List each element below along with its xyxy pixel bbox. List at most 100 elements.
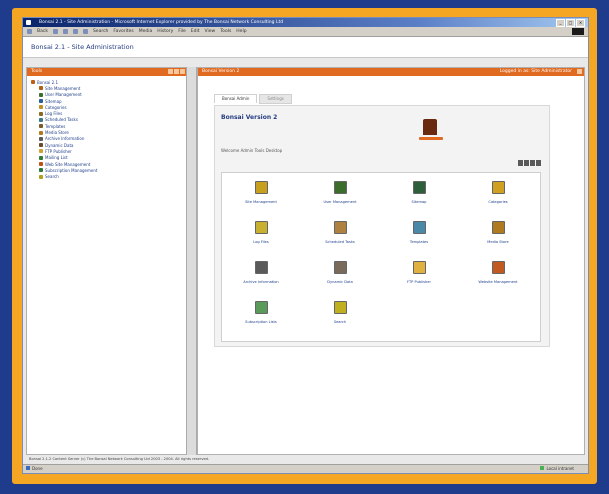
tool-tile[interactable]: User Management xyxy=(305,181,375,204)
card-title: Bonsai Version 2 xyxy=(221,114,278,121)
back-icon[interactable] xyxy=(27,29,32,34)
large-icons-view-icon[interactable] xyxy=(518,160,523,166)
tree-item-label: Templates xyxy=(45,123,66,129)
desktop-pane: Bonsai Version 2 Logged in as: Site Admi… xyxy=(197,67,585,455)
toolbar-history[interactable]: History xyxy=(157,29,173,34)
stop-icon[interactable] xyxy=(62,29,68,34)
tools-pane-header: Tools xyxy=(27,68,187,76)
desktop-close-icon[interactable] xyxy=(577,69,582,74)
tool-icon xyxy=(412,181,426,194)
tree-node-icon xyxy=(39,124,43,129)
details-view-icon[interactable] xyxy=(536,160,541,166)
tree-node-icon xyxy=(39,111,43,116)
window-titlebar: Bonsai 2.1 - Site Administration - Micro… xyxy=(23,18,588,27)
menu-help[interactable]: Help xyxy=(236,29,246,34)
toolbar-media[interactable]: Media xyxy=(139,29,153,34)
tab-bonsai-admin[interactable]: Bonsai Admin xyxy=(214,94,258,103)
tool-label: Archive Information xyxy=(243,280,279,284)
tool-icon xyxy=(491,181,505,194)
tool-icon xyxy=(333,301,347,314)
tree-item-label: Subscription Management xyxy=(45,167,98,173)
admin-desktop-card: Bonsai Version 2 Welcome Admin Tools Des… xyxy=(214,105,550,347)
tool-icon xyxy=(254,181,268,194)
browser-statusbar: Done Local intranet xyxy=(23,464,588,473)
tool-tile[interactable]: Archive Information xyxy=(226,261,296,284)
logo-underline xyxy=(419,137,443,140)
pane-collapse-icon[interactable] xyxy=(174,69,179,74)
tree-node-icon xyxy=(39,168,43,173)
minimize-button[interactable]: _ xyxy=(556,19,565,27)
menu-tools[interactable]: Tools xyxy=(220,29,231,34)
list-view-icon[interactable] xyxy=(530,160,535,166)
tree-node-icon xyxy=(39,105,43,110)
maximize-button[interactable]: □ xyxy=(566,19,575,27)
browser-toolbar: Back Search Favorites Media History File… xyxy=(23,27,588,37)
status-text: Done xyxy=(32,466,43,471)
pane-refresh-icon[interactable] xyxy=(168,69,173,74)
tree-item-label: Scheduled Tasks xyxy=(45,117,78,123)
tool-tile[interactable]: Site Management xyxy=(226,181,296,204)
tree-node-icon xyxy=(39,86,43,91)
home-icon[interactable] xyxy=(82,29,88,34)
tree-node-icon xyxy=(39,99,43,104)
tool-label: User Management xyxy=(323,200,357,204)
tool-tile[interactable]: Scheduled Tasks xyxy=(305,221,375,244)
tool-icon xyxy=(333,221,347,234)
tool-icon-grid: Site Management User Management Sitemap Cat… xyxy=(221,172,541,342)
tool-tile[interactable]: Log Files xyxy=(226,221,296,244)
tool-label: Sitemap xyxy=(411,200,427,204)
tool-icon xyxy=(333,181,347,194)
tool-tile[interactable]: Templates xyxy=(384,221,454,244)
pane-close-icon[interactable] xyxy=(180,69,185,74)
tool-tile[interactable]: Sitemap xyxy=(384,181,454,204)
card-subtitle: Welcome Admin Tools Desktop xyxy=(221,148,283,153)
tree-item-label: FTP Publisher xyxy=(45,148,72,154)
desktop-pane-controls xyxy=(577,69,582,74)
tool-tile[interactable]: Subscription Lists xyxy=(226,301,296,324)
browser-window: Bonsai 2.1 - Site Administration - Micro… xyxy=(22,17,589,474)
content-panes: Tools Bonsai 2.1 Site Management User Mana… xyxy=(26,67,585,455)
tree-item-label: Archive Information xyxy=(45,136,85,142)
tool-label: Scheduled Tasks xyxy=(325,240,355,244)
page-done-icon xyxy=(26,466,30,470)
ie-icon xyxy=(26,20,31,25)
small-icons-view-icon[interactable] xyxy=(524,160,529,166)
bonsai-logo-icon xyxy=(423,119,437,135)
tool-tile[interactable]: Dynamic Data xyxy=(305,261,375,284)
tool-tile[interactable]: Search xyxy=(305,301,375,324)
refresh-icon[interactable] xyxy=(72,29,78,34)
tool-icon xyxy=(412,221,426,234)
tool-tile[interactable]: Categories xyxy=(463,181,533,204)
tool-icon xyxy=(491,261,505,274)
desktop-pane-header: Bonsai Version 2 Logged in as: Site Admi… xyxy=(198,68,584,76)
pane-splitter[interactable] xyxy=(186,67,197,455)
tree-item-label: Dynamic Data xyxy=(45,142,74,148)
tool-label: Website Management xyxy=(478,280,518,284)
tool-label: Dynamic Data xyxy=(327,280,353,284)
menu-edit[interactable]: Edit xyxy=(191,29,200,34)
close-button[interactable]: × xyxy=(576,19,585,27)
forward-icon[interactable] xyxy=(52,29,58,34)
tab-settings[interactable]: Settings xyxy=(259,94,292,104)
tool-label: FTP Publisher xyxy=(406,280,431,284)
tree-item-label: Site Management xyxy=(45,85,81,91)
tool-label: Search xyxy=(333,320,347,324)
tools-pane-title: Tools xyxy=(31,69,43,74)
tree-node-icon xyxy=(39,155,43,160)
tree-node-icon xyxy=(39,162,43,166)
tool-tile[interactable]: Website Management xyxy=(463,261,533,284)
toolbar-search[interactable]: Search xyxy=(93,29,108,34)
tree-item[interactable]: Search xyxy=(31,173,183,179)
menu-file[interactable]: File xyxy=(178,29,186,34)
tool-label: Media Store xyxy=(487,240,509,244)
tool-tile[interactable]: Media Store xyxy=(463,221,533,244)
toolbar-favorites[interactable]: Favorites xyxy=(113,29,133,34)
tree-item-label: Media Store xyxy=(45,130,69,136)
toolbar-back[interactable]: Back xyxy=(37,29,48,34)
menu-view[interactable]: View xyxy=(205,29,216,34)
tool-tile[interactable]: FTP Publisher xyxy=(384,261,454,284)
security-zone: Local intranet xyxy=(540,465,574,473)
tool-icon xyxy=(254,301,268,314)
tool-label: Subscription Lists xyxy=(245,320,277,324)
tools-tree: Bonsai 2.1 Site Management User Management… xyxy=(27,76,187,183)
